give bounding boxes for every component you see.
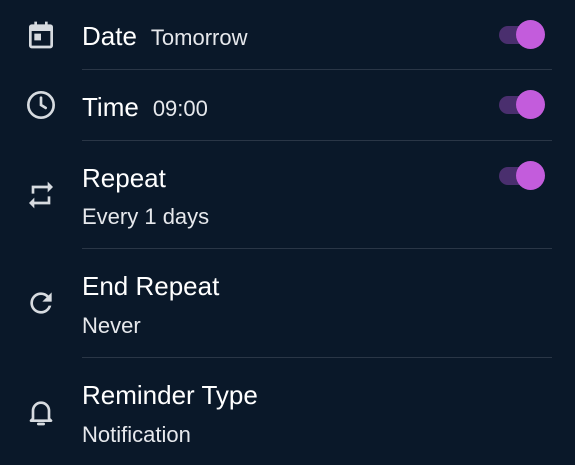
clock-icon bbox=[23, 87, 59, 123]
date-value: Tomorrow bbox=[150, 25, 248, 50]
date-title: Date bbox=[82, 21, 137, 51]
repeat-toggle-thumb bbox=[516, 161, 545, 190]
bell-icon bbox=[23, 394, 59, 430]
reminder-type-row[interactable]: Reminder Type Notification bbox=[0, 358, 575, 465]
end-repeat-value: Never bbox=[82, 313, 141, 338]
end-repeat-title: End Repeat bbox=[82, 271, 220, 301]
time-title: Time bbox=[82, 92, 139, 122]
time-row[interactable]: Time 09:00 bbox=[0, 70, 575, 140]
repeat-title: Repeat bbox=[82, 163, 166, 193]
end-repeat-row[interactable]: End Repeat Never bbox=[0, 249, 575, 357]
repeat-toggle[interactable] bbox=[499, 160, 547, 190]
calendar-icon bbox=[23, 17, 59, 53]
date-label: Date Tomorrow bbox=[82, 23, 248, 49]
date-row[interactable]: Date Tomorrow bbox=[0, 0, 575, 70]
time-toggle-thumb bbox=[516, 90, 545, 119]
date-toggle[interactable] bbox=[499, 19, 547, 49]
repeat-icon bbox=[23, 177, 59, 213]
time-label: Time 09:00 bbox=[82, 94, 208, 120]
refresh-icon bbox=[23, 285, 59, 321]
reminder-type-title: Reminder Type bbox=[82, 380, 258, 410]
repeat-value: Every 1 days bbox=[82, 204, 210, 229]
reminder-type-value: Notification bbox=[82, 422, 191, 447]
time-value: 09:00 bbox=[152, 96, 208, 121]
date-toggle-thumb bbox=[516, 20, 545, 49]
time-toggle[interactable] bbox=[499, 89, 547, 119]
repeat-row[interactable]: Repeat Every 1 days bbox=[0, 141, 575, 248]
